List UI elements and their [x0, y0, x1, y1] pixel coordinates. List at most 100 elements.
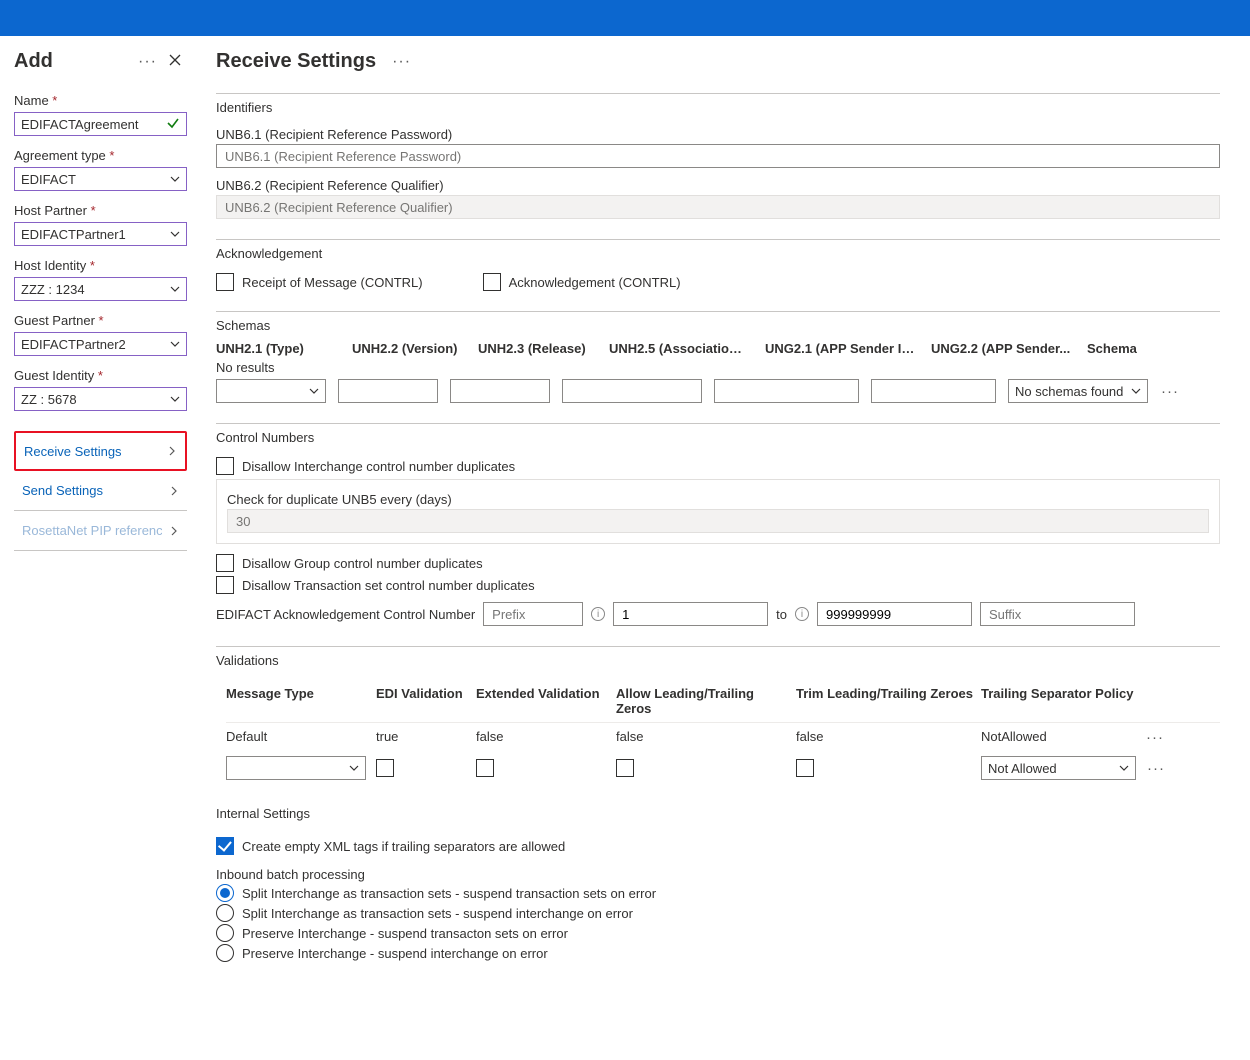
schema-assoc-input[interactable] [562, 379, 702, 403]
batch-radio-1[interactable] [216, 904, 234, 922]
trail-policy-select[interactable]: Not Allowed [981, 756, 1136, 780]
blade-title: Add [14, 50, 132, 73]
nav-rosettanet[interactable]: RosettaNet PIP references [14, 511, 187, 551]
chevron-down-icon [170, 174, 180, 184]
disallow-group-label: Disallow Group control number duplicates [242, 556, 483, 571]
schema-type-select[interactable] [216, 379, 326, 403]
ack-label: Acknowledgement (CONTRL) [509, 275, 681, 290]
col-edi: EDI Validation [376, 680, 476, 722]
col-ung2-1: UNG2.1 (APP Sender ID) [765, 341, 915, 356]
host-partner-label: Host Partner [14, 203, 187, 218]
ack-to-input[interactable] [817, 602, 972, 626]
unb62-label: UNB6.2 (Recipient Reference Qualifier) [216, 178, 1220, 193]
close-icon[interactable] [163, 53, 187, 70]
col-unh2-2: UNH2.2 (Version) [352, 341, 462, 356]
agreement-type-select[interactable]: EDIFACT [14, 167, 187, 191]
schema-row-more-icon[interactable]: ··· [1160, 383, 1180, 400]
chevron-right-icon [167, 446, 177, 456]
to-label: to [776, 607, 787, 622]
unb62-input [216, 195, 1220, 219]
info-icon[interactable]: i [795, 607, 809, 621]
internal-section-title: Internal Settings [216, 800, 1220, 829]
ack-checkbox[interactable] [483, 273, 501, 291]
chevron-right-icon [169, 486, 179, 496]
chevron-down-icon [309, 386, 319, 396]
chevron-down-icon [170, 229, 180, 239]
col-lead: Allow Leading/Trailing Zeros [616, 680, 796, 722]
chevron-down-icon [1119, 763, 1129, 773]
disallow-tx-checkbox[interactable] [216, 576, 234, 594]
disallow-interchange-label: Disallow Interchange control number dupl… [242, 459, 515, 474]
chevron-down-icon [170, 339, 180, 349]
chevron-down-icon [170, 394, 180, 404]
host-identity-label: Host Identity [14, 258, 187, 273]
schema-release-input[interactable] [450, 379, 550, 403]
batch-radio-3[interactable] [216, 944, 234, 962]
check-icon [166, 116, 180, 133]
guest-partner-select[interactable]: EDIFACTPartner2 [14, 332, 187, 356]
col-trim: Trim Leading/Trailing Zeroes [796, 680, 981, 722]
schema-select[interactable]: No schemas found [1008, 379, 1148, 403]
nav-send-settings[interactable]: Send Settings [14, 471, 187, 511]
nav-receive-settings[interactable]: Receive Settings [14, 431, 187, 471]
col-trail: Trailing Separator Policy [981, 680, 1146, 722]
name-label: Name [14, 93, 187, 108]
col-msg-type: Message Type [226, 680, 376, 722]
page-title: Receive Settings [216, 50, 376, 73]
col-schema: Schema [1087, 341, 1147, 356]
col-ext: Extended Validation [476, 680, 616, 722]
batch-radio-0[interactable] [216, 884, 234, 902]
top-header-bar [0, 0, 1250, 36]
lead-checkbox[interactable] [616, 759, 634, 777]
ack-section-title: Acknowledgement [216, 240, 1220, 269]
unb61-input[interactable] [216, 144, 1220, 168]
control-section-title: Control Numbers [216, 424, 1220, 453]
schema-sender1-input[interactable] [714, 379, 859, 403]
name-value: EDIFACTAgreement [21, 117, 139, 132]
validation-row-more-icon[interactable]: ··· [1146, 723, 1166, 752]
info-icon[interactable]: i [591, 607, 605, 621]
ack-from-input[interactable] [613, 602, 768, 626]
trim-checkbox[interactable] [796, 759, 814, 777]
disallow-interchange-checkbox[interactable] [216, 457, 234, 475]
agreement-type-label: Agreement type [14, 148, 187, 163]
dup-check-input [227, 509, 1209, 533]
ack-suffix-input[interactable] [980, 602, 1135, 626]
validation-input-more-icon[interactable]: ··· [1146, 760, 1166, 777]
chevron-down-icon [170, 284, 180, 294]
col-unh2-5: UNH2.5 (Association ... [609, 341, 749, 356]
validations-section-title: Validations [216, 647, 1220, 676]
receipt-checkbox[interactable] [216, 273, 234, 291]
col-ung2-2: UNG2.2 (APP Sender... [931, 341, 1071, 356]
receipt-label: Receipt of Message (CONTRL) [242, 275, 423, 290]
empty-xml-checkbox[interactable] [216, 837, 234, 855]
ack-control-label: EDIFACT Acknowledgement Control Number [216, 607, 475, 622]
schema-version-input[interactable] [338, 379, 438, 403]
chevron-down-icon [1131, 386, 1141, 396]
inbound-batch-label: Inbound batch processing [216, 867, 1220, 882]
guest-identity-select[interactable]: ZZ : 5678 [14, 387, 187, 411]
empty-xml-label: Create empty XML tags if trailing separa… [242, 839, 565, 854]
msg-type-select[interactable] [226, 756, 366, 780]
ack-prefix-input[interactable] [483, 602, 583, 626]
more-icon[interactable]: ··· [386, 53, 417, 71]
host-partner-select[interactable]: EDIFACTPartner1 [14, 222, 187, 246]
schema-sender2-input[interactable] [871, 379, 996, 403]
identifiers-section-title: Identifiers [216, 94, 1220, 123]
col-unh2-1: UNH2.1 (Type) [216, 341, 336, 356]
add-blade: Add ··· Name EDIFACTAgreement Agreement … [0, 36, 198, 994]
disallow-group-checkbox[interactable] [216, 554, 234, 572]
batch-radio-2[interactable] [216, 924, 234, 942]
ext-checkbox[interactable] [476, 759, 494, 777]
unb61-label: UNB6.1 (Recipient Reference Password) [216, 127, 1220, 142]
validation-row-default: Default true false false false NotAllowe… [226, 722, 1220, 752]
edi-checkbox[interactable] [376, 759, 394, 777]
schemas-section-title: Schemas [216, 312, 1220, 341]
more-icon[interactable]: ··· [132, 53, 163, 71]
col-unh2-3: UNH2.3 (Release) [478, 341, 593, 356]
receive-settings-blade: Receive Settings ··· Identifiers UNB6.1 … [198, 36, 1250, 994]
chevron-right-icon [169, 526, 179, 536]
name-input[interactable]: EDIFACTAgreement [14, 112, 187, 136]
disallow-tx-label: Disallow Transaction set control number … [242, 578, 535, 593]
host-identity-select[interactable]: ZZZ : 1234 [14, 277, 187, 301]
